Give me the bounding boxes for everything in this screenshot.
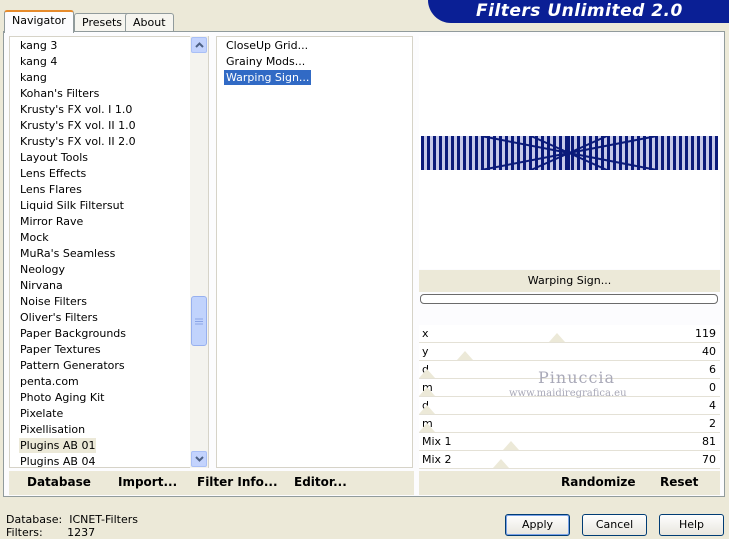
slider-thumb[interactable] [457,351,473,360]
chevron-down-icon [194,456,204,462]
category-item[interactable]: Krusty's FX vol. I 1.0 [19,102,133,117]
param-row[interactable]: d4 [419,397,720,415]
progress-bar [420,294,718,304]
database-label: Database: [6,513,63,526]
grip-icon [195,318,203,324]
param-row[interactable]: Mix 2 70 [419,451,720,469]
param-value: 119 [695,327,716,340]
category-item[interactable]: kang [19,70,48,85]
category-item[interactable]: Kohan's Filters [19,86,100,101]
filter-item[interactable]: Grainy Mods... [224,54,307,69]
right-toolbar: Randomize Reset [419,471,720,495]
scroll-up-button[interactable] [191,37,207,53]
category-item[interactable]: Mock [19,230,50,245]
reset-button[interactable]: Reset [660,475,698,489]
category-item[interactable]: Layout Tools [19,150,89,165]
slider-thumb[interactable] [419,423,435,432]
param-row[interactable]: Mix 1 81 [419,433,720,451]
category-item[interactable]: Oliver's Filters [19,310,99,325]
database-button[interactable]: Database [27,475,91,489]
param-label: y [422,345,429,358]
category-item[interactable]: Plugins AB 04 [19,454,96,467]
category-item[interactable]: Mirror Rave [19,214,84,229]
app-title: Filters Unlimited 2.0 [476,1,683,21]
category-item[interactable]: Pattern Generators [19,358,126,373]
param-row[interactable]: y 40 [419,343,720,361]
scroll-thumb[interactable] [191,296,207,346]
category-item[interactable]: Liquid Silk Filtersut [19,198,125,213]
category-item[interactable]: Paper Backgrounds [19,326,127,341]
category-item[interactable]: Paper Textures [19,342,102,357]
param-value: 81 [702,435,716,448]
preview-panel [419,36,720,269]
tab-navigator[interactable]: Navigator [4,10,74,33]
slider-thumb[interactable] [419,387,435,396]
slider-thumb[interactable] [419,405,435,414]
slider-thumb[interactable] [493,459,509,468]
title-banner: Filters Unlimited 2.0 [428,0,729,23]
category-item[interactable]: kang 3 [19,38,58,53]
category-item[interactable]: MuRa's Seamless [19,246,116,261]
scroll-down-button[interactable] [191,451,207,467]
category-item[interactable]: kang 4 [19,54,58,69]
slider-thumb[interactable] [549,333,565,342]
category-item[interactable]: Pixellisation [19,422,86,437]
param-value: 6 [709,363,716,376]
category-item[interactable]: Plugins AB 01 [19,438,97,453]
left-toolbar: Database Import... Filter Info... Editor… [9,471,414,495]
category-item[interactable]: penta.com [19,374,80,389]
param-row[interactable]: m2 [419,415,720,433]
import-button[interactable]: Import... [118,475,177,489]
category-scrollbar[interactable] [190,36,208,468]
param-label: Mix 2 [422,453,452,466]
tab-presets[interactable]: Presets [74,13,131,32]
param-value: 4 [709,399,716,412]
watermark-url: www.maidiregrafica.eu [509,388,627,399]
filter-list[interactable]: CloseUp Grid... Grainy Mods... Warping Sig… [216,36,413,468]
param-value: 40 [702,345,716,358]
current-filter-name: Warping Sign... [419,270,720,292]
category-item[interactable]: Krusty's FX vol. II 2.0 [19,134,137,149]
category-item[interactable]: Nirvana [19,278,64,293]
editor-button[interactable]: Editor... [294,475,347,489]
chevron-up-icon [194,42,204,48]
param-value: 0 [709,381,716,394]
param-value: 2 [709,417,716,430]
category-item[interactable]: Pixelate [19,406,64,421]
preview-image [421,136,718,170]
status-area: Database: ICNET-Filters Filters: 1237 [6,513,138,539]
slider-thumb[interactable] [419,369,435,378]
category-item[interactable]: Lens Flares [19,182,83,197]
param-value: 70 [702,453,716,466]
category-item[interactable]: Lens Effects [19,166,87,181]
param-row[interactable]: x 119 [419,325,720,343]
filter-item[interactable]: Warping Sign... [224,70,312,85]
category-item[interactable]: Noise Filters [19,294,88,309]
param-label: x [422,327,429,340]
param-label: Mix 1 [422,435,452,448]
filter-info-button[interactable]: Filter Info... [197,475,278,489]
randomize-button[interactable]: Randomize [561,475,635,489]
tab-about[interactable]: About [125,13,174,32]
category-item[interactable]: Krusty's FX vol. II 1.0 [19,118,137,133]
watermark-name: Pinuccia [538,368,616,387]
filter-item[interactable]: CloseUp Grid... [224,38,310,53]
category-item[interactable]: Neology [19,262,66,277]
database-value: ICNET-Filters [69,513,138,526]
category-item[interactable]: Photo Aging Kit [19,390,105,405]
slider-thumb[interactable] [503,441,519,450]
category-list[interactable]: kang 3 kang 4 kang Kohan's Filters Krusty's … [9,36,209,468]
